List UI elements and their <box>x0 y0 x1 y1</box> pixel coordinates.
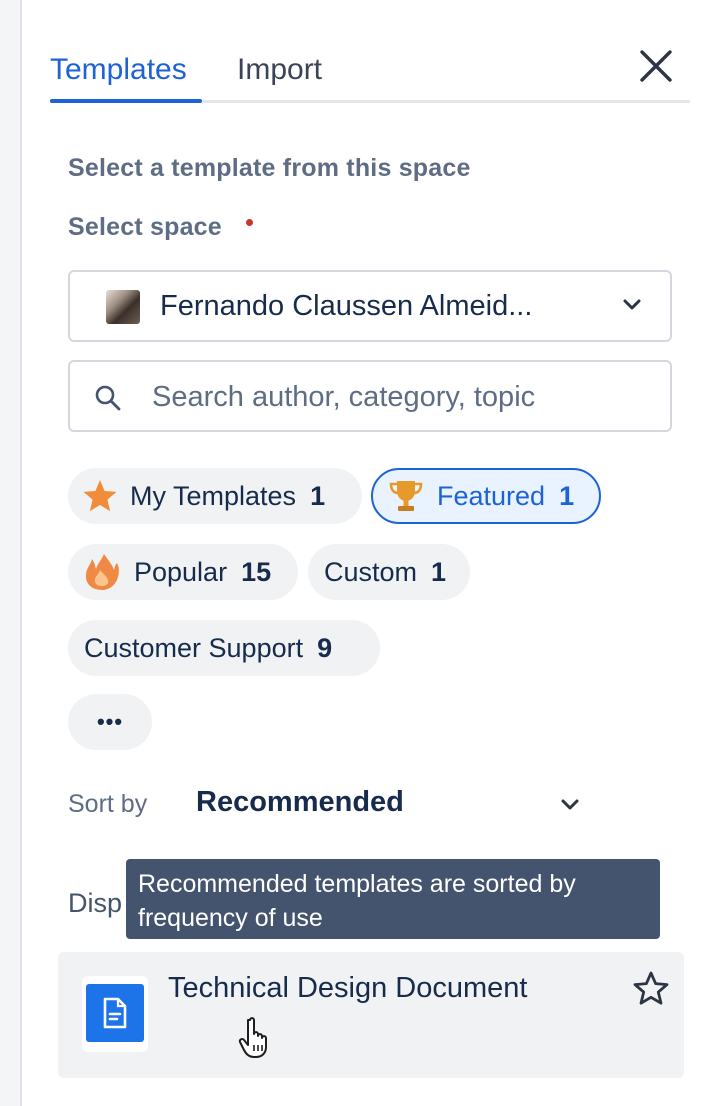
space-select[interactable]: Fernando Claussen Almeid... <box>68 270 672 342</box>
section-description: Select a template from this space <box>68 154 471 182</box>
filter-chip-popular[interactable]: Popular 15 <box>68 544 298 600</box>
star-outline-icon[interactable] <box>632 970 670 1006</box>
select-space-label: Select space <box>68 213 222 241</box>
search-field[interactable] <box>68 360 672 432</box>
chevron-down-icon <box>623 299 641 310</box>
close-button[interactable] <box>632 42 680 90</box>
template-title: Technical Design Document <box>168 972 528 1004</box>
tab-import[interactable]: Import <box>237 52 322 88</box>
star-icon <box>82 479 118 513</box>
more-icon: ••• <box>96 709 124 734</box>
filter-chip-customer-support[interactable]: Customer Support 9 <box>68 620 380 676</box>
filter-count: 9 <box>317 632 333 663</box>
sort-select[interactable]: Recommended <box>196 786 404 819</box>
active-tab-indicator <box>50 99 202 103</box>
hand-cursor-icon <box>238 1017 267 1058</box>
document-icon <box>86 984 144 1042</box>
tab-templates[interactable]: Templates <box>50 52 187 88</box>
filter-label: Custom <box>324 556 418 587</box>
filter-count: 1 <box>559 480 575 511</box>
filter-count: 1 <box>310 480 326 511</box>
filter-label: Popular <box>134 556 228 587</box>
search-input[interactable] <box>150 374 654 420</box>
sort-tooltip: Recommended templates are sorted by freq… <box>126 859 660 939</box>
filter-label: Customer Support <box>84 632 304 663</box>
display-label: Disp <box>68 888 123 918</box>
template-icon-tile <box>82 976 148 1052</box>
filter-label: My Templates <box>130 480 297 511</box>
chevron-down-icon[interactable] <box>560 798 580 812</box>
space-select-value: Fernando Claussen Almeid... <box>160 290 533 322</box>
search-icon <box>95 385 121 411</box>
filter-chip-featured[interactable]: Featured 1 <box>371 468 601 524</box>
required-indicator <box>246 219 253 226</box>
sort-by-label: Sort by <box>68 790 148 818</box>
trophy-icon <box>387 478 425 514</box>
close-icon <box>640 50 672 82</box>
filter-chip-my-templates[interactable]: My Templates 1 <box>68 468 362 524</box>
filter-label: Featured <box>437 480 546 511</box>
space-avatar <box>106 290 140 324</box>
filter-count: 1 <box>431 556 447 587</box>
panel-left-border <box>0 0 22 1106</box>
flame-icon <box>82 553 122 591</box>
more-filters-button[interactable]: ••• <box>68 694 152 750</box>
filter-chip-custom[interactable]: Custom 1 <box>308 544 470 600</box>
filter-count: 15 <box>241 556 272 587</box>
template-card[interactable]: Technical Design Document <box>58 952 684 1078</box>
